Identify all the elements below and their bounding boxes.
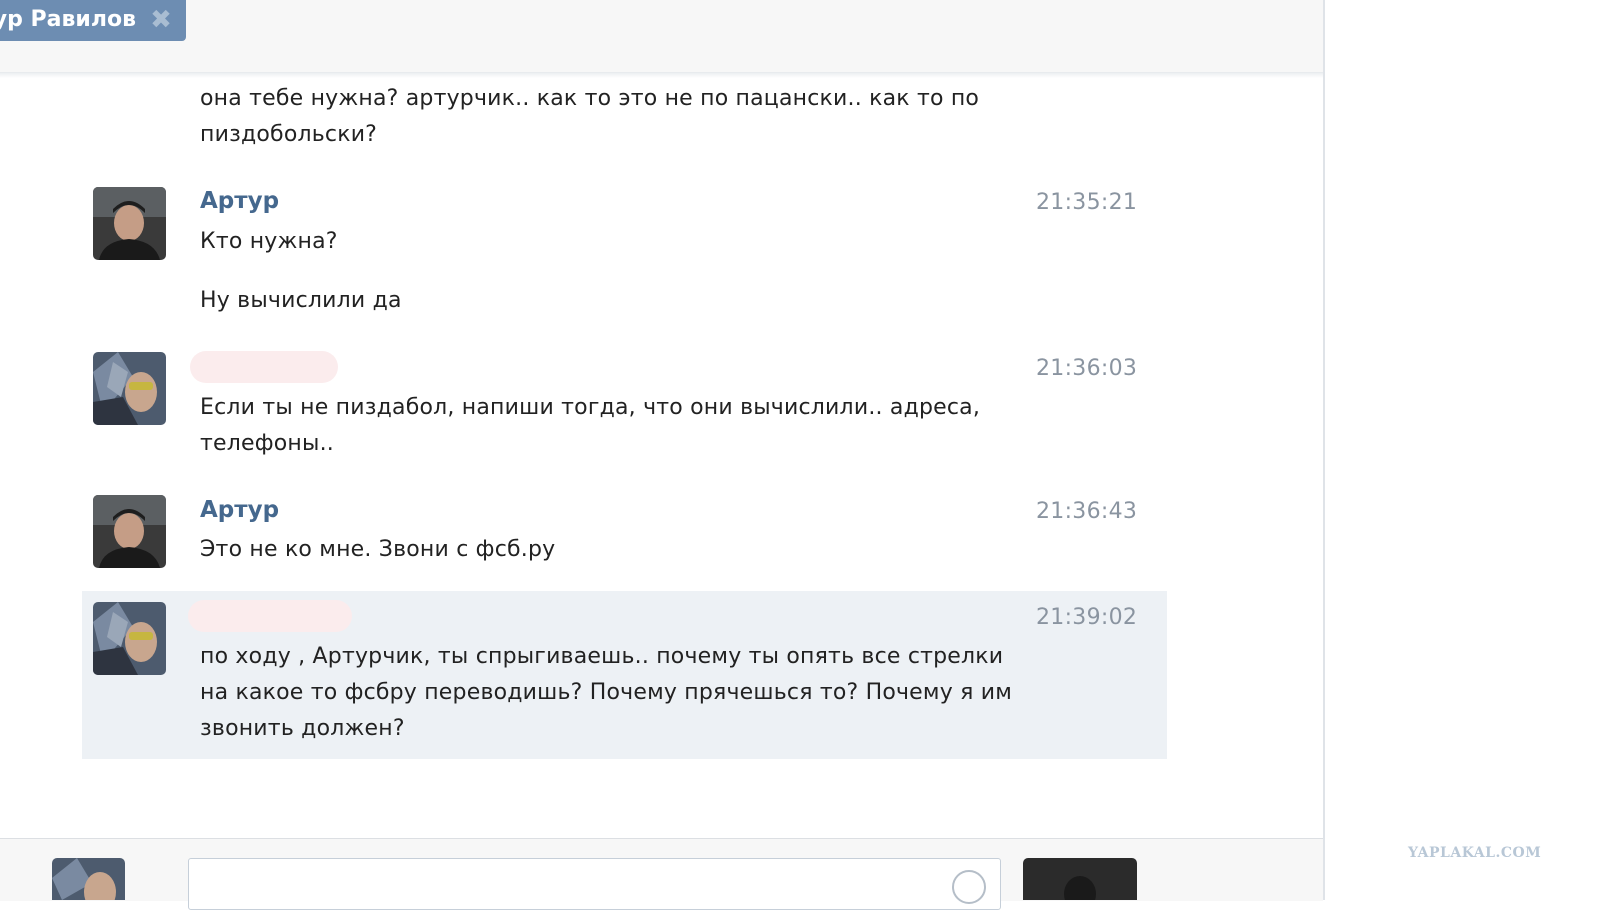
smile-icon[interactable] [952, 870, 986, 904]
message-text-line: Кто нужна? [200, 229, 338, 254]
avatar-artur[interactable] [93, 187, 166, 260]
message-text-line: Это не ко мне. Звони с фсб.ру [200, 537, 556, 562]
peer-avatar[interactable] [1023, 858, 1137, 900]
header-shadow [0, 72, 1325, 78]
watermark: YAPLAKAL.COM [1408, 845, 1542, 861]
message-author[interactable]: Артур [200, 188, 279, 214]
avatar-artur[interactable] [93, 495, 166, 568]
dialog-tab-title: ур Равилов [0, 7, 136, 32]
avatar-user[interactable] [93, 352, 166, 425]
message-time: 21:35:21 [1036, 190, 1138, 215]
message-time: 21:36:03 [1036, 356, 1138, 381]
message-text-line: на какое то фсбру переводишь? Почему пря… [200, 680, 1013, 705]
hidden-author-name [188, 600, 352, 632]
avatar-user[interactable] [93, 602, 166, 675]
close-icon[interactable]: ✖ [148, 7, 174, 33]
chat-header: ур Равилов ✖ [0, 0, 1325, 73]
message-input[interactable] [188, 858, 1001, 910]
my-avatar[interactable] [52, 858, 125, 900]
message-text-line: телефоны.. [200, 431, 334, 456]
message-text-line: Если ты не пиздабол, напиши тогда, что о… [200, 395, 981, 420]
message-text-line: Ну вычислили да [200, 288, 402, 313]
message-author[interactable]: Артур [200, 497, 279, 523]
message-text-line: она тебе нужна? артурчик.. как то это не… [200, 86, 980, 111]
message-text-line: пиздобольски? [200, 122, 378, 147]
column-divider [1323, 0, 1325, 900]
message-time: 21:39:02 [1036, 605, 1138, 630]
message-text-line: по ходу , Артурчик, ты спрыгиваешь.. поч… [200, 644, 1004, 669]
message-text-line: звонить должен? [200, 716, 405, 741]
hidden-author-name [190, 351, 338, 383]
dialog-tab[interactable]: ур Равилов ✖ [0, 0, 186, 41]
message-time: 21:36:43 [1036, 499, 1138, 524]
